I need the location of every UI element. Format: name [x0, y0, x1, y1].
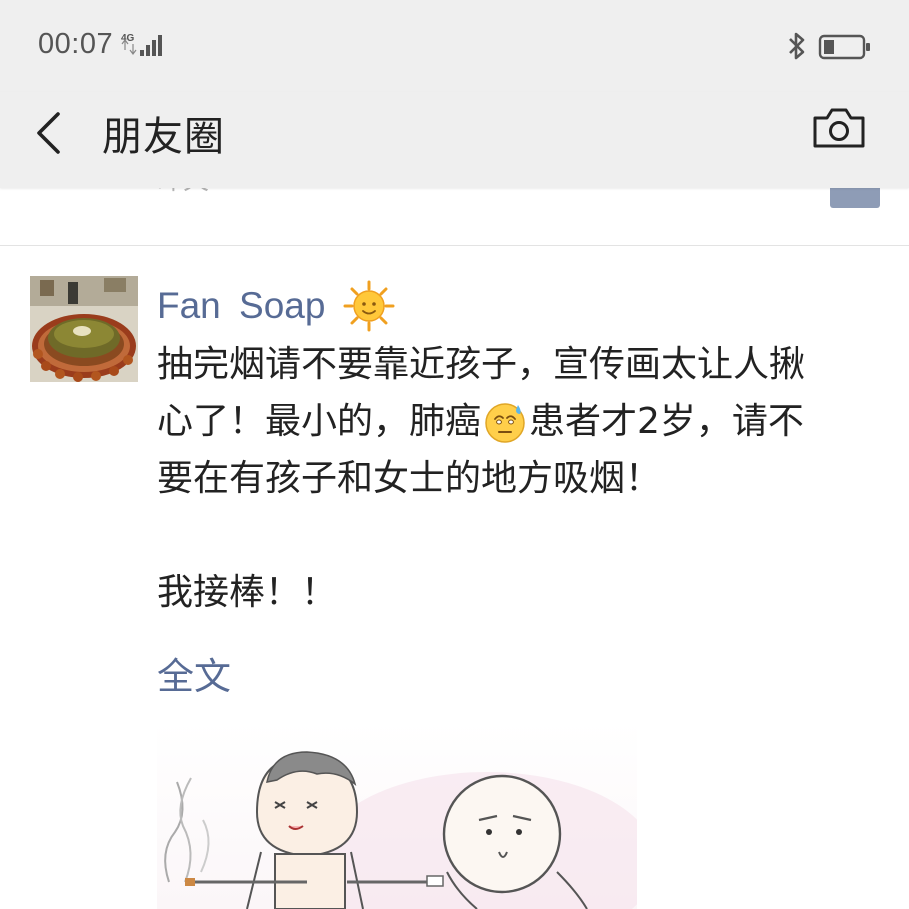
post-line-text: 抽完烟请不要靠近孩子，宣传画太让人揪 — [157, 344, 806, 385]
post-line-blank — [157, 507, 877, 564]
avatar-image — [30, 276, 138, 382]
camera-icon[interactable] — [812, 104, 866, 150]
author-row: Fan Soap — [157, 280, 395, 332]
post-image[interactable] — [157, 722, 637, 909]
post-line-text: 患者才2岁，请不 — [529, 401, 804, 442]
avatar[interactable] — [30, 276, 138, 382]
status-time: 00:07 — [38, 28, 114, 60]
author-name[interactable]: Fan Soap — [157, 285, 325, 327]
post-line: 抽完烟请不要靠近孩子，宣传画太让人揪 — [157, 336, 877, 393]
full-text-link[interactable]: 全文 — [157, 646, 231, 700]
signal-icon: 4G — [121, 33, 162, 56]
previous-post-fragment: 昨天 — [0, 174, 909, 246]
battery-icon — [818, 34, 870, 60]
post-line: 要在有孩子和女士的地方吸烟！ — [157, 450, 877, 507]
post-text: 抽完烟请不要靠近孩子，宣传画太让人揪 心了！最小的，肺癌 患者才2岁，请不 要在… — [157, 336, 877, 621]
post-line: 心了！最小的，肺癌 患者才2岁，请不 — [157, 393, 877, 450]
post-line-text: 要在有孩子和女士的地方吸烟！ — [157, 458, 662, 499]
page-title: 朋友圈 — [102, 114, 225, 160]
post-second-paragraph: 我接棒！！ — [157, 572, 338, 613]
back-chevron-icon[interactable] — [30, 108, 70, 158]
post-line: 我接棒！！ — [157, 564, 877, 621]
bluetooth-icon — [789, 32, 805, 60]
sweat-face-icon — [485, 402, 525, 443]
illustration-image — [164, 751, 637, 909]
nav-bar: 朋友圈 — [0, 92, 909, 188]
sun-face-icon — [343, 280, 395, 332]
post-line-text: 心了！最小的，肺癌 — [157, 401, 482, 442]
status-bar: 00:07 4G — [0, 0, 909, 92]
